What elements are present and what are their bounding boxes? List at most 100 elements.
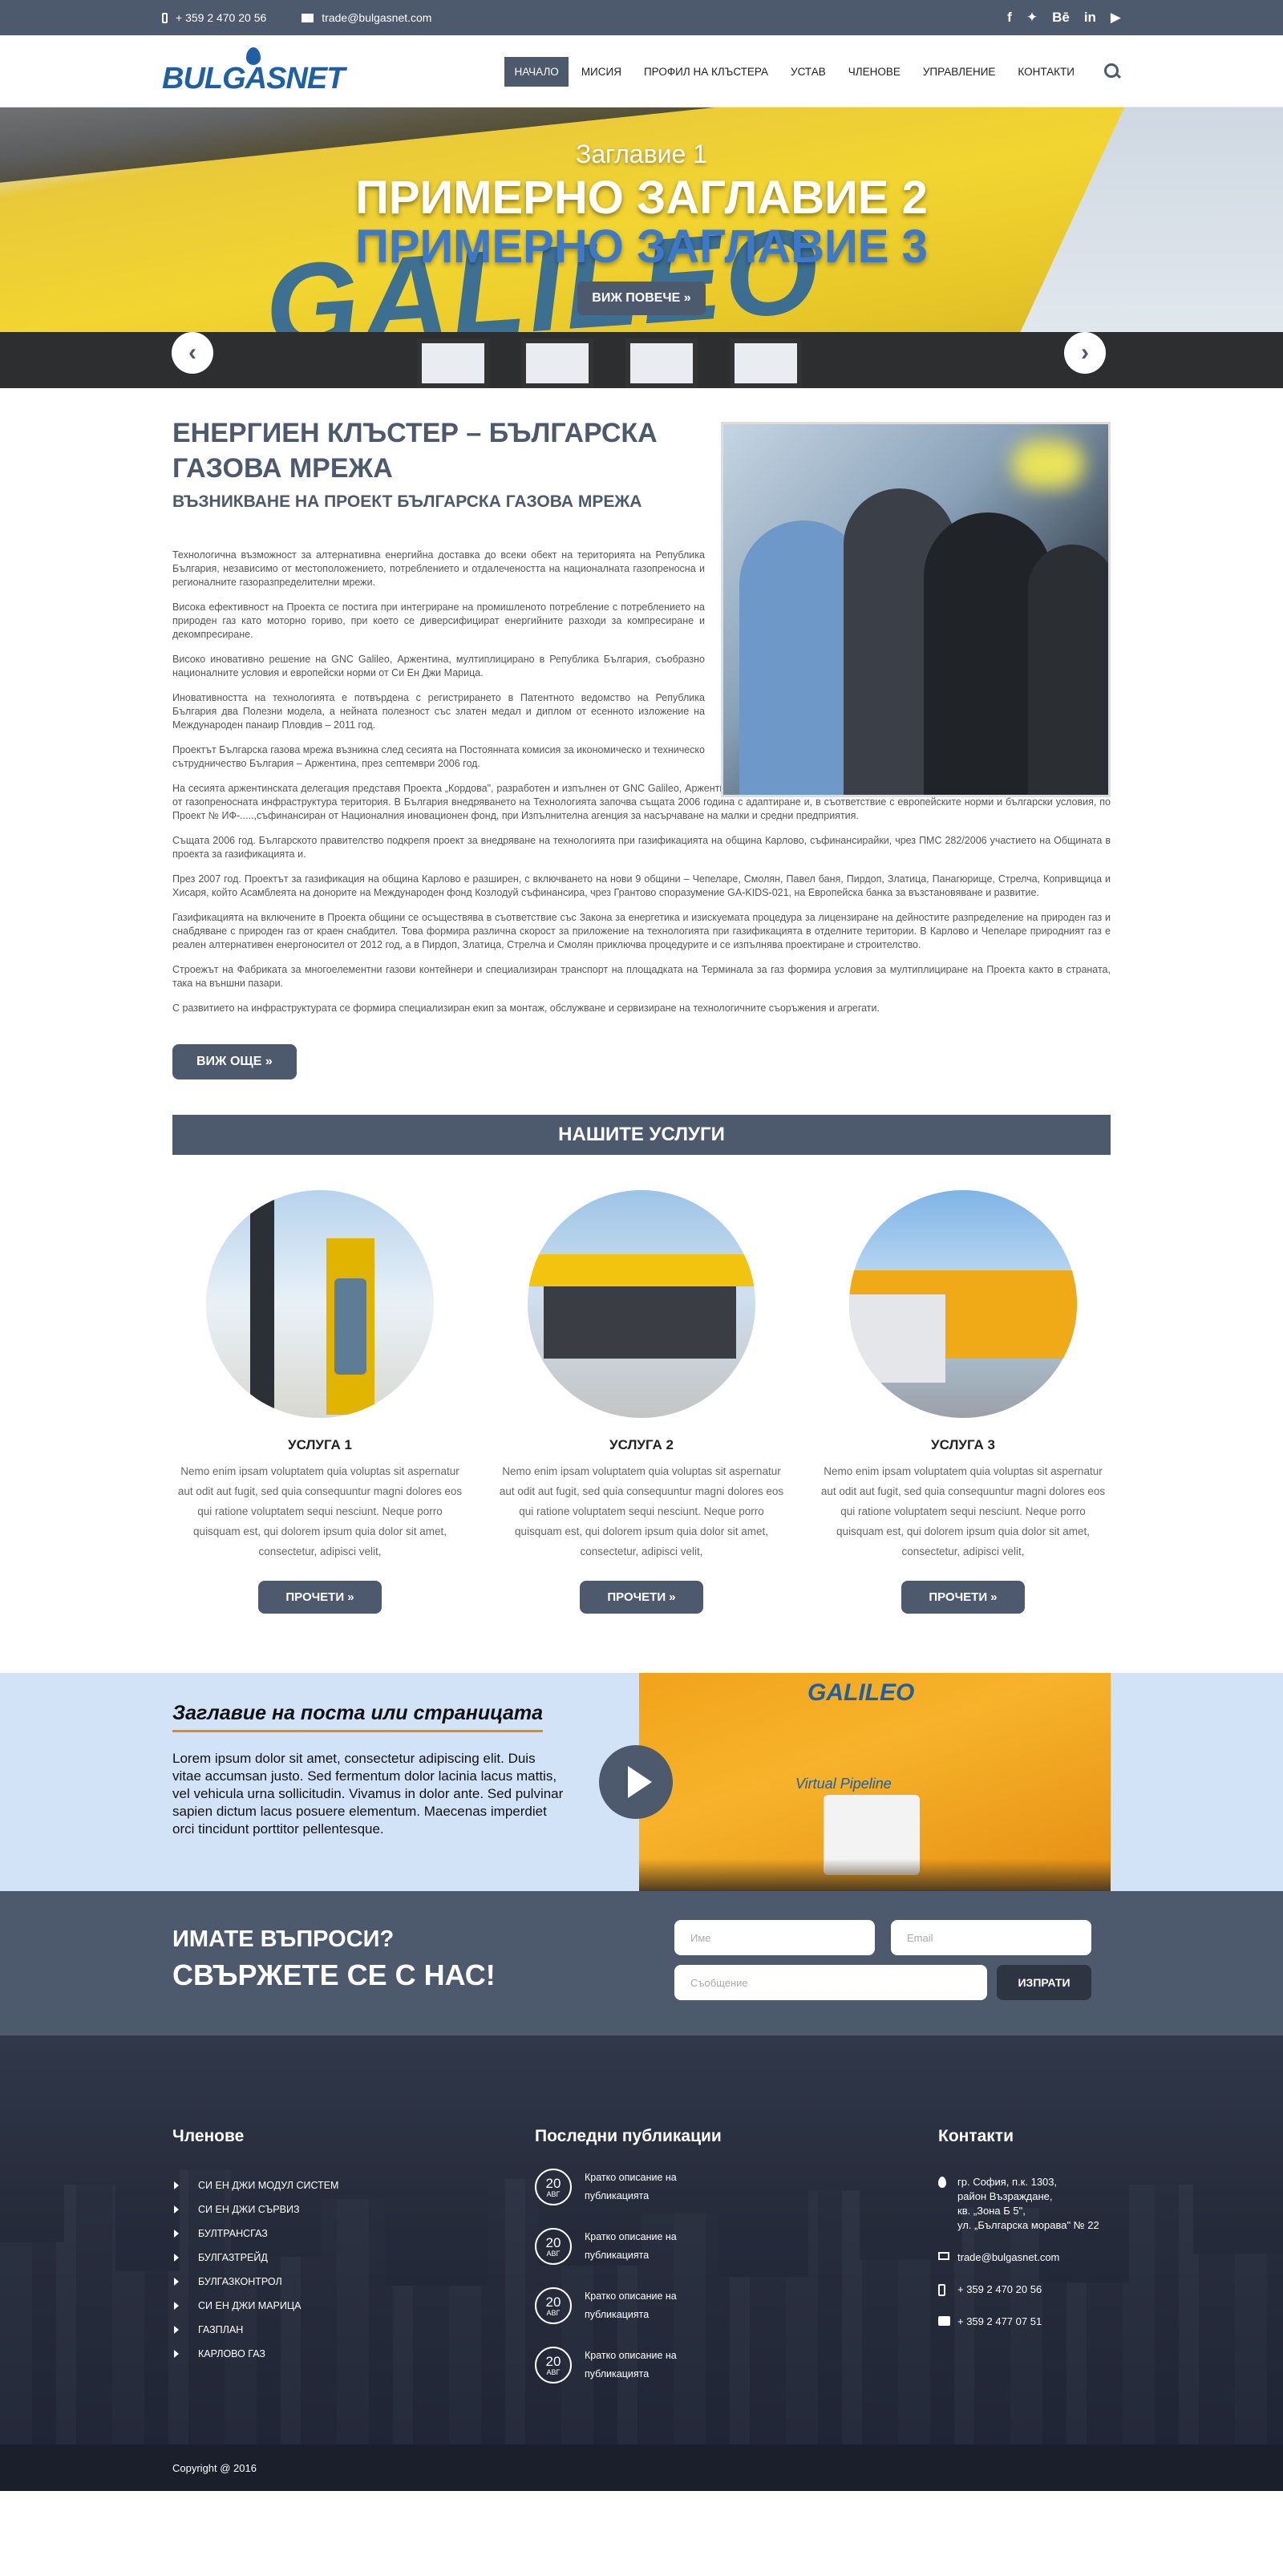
publication-item[interactable]: 20 АВГ Кратко описание на публикацията: [535, 2228, 697, 2287]
post-title[interactable]: Заглавие на поста или страницата: [172, 1702, 544, 1732]
member-link[interactable]: СИ ЕН ДЖИ СЪРВИЗ: [172, 2197, 338, 2222]
arrow-right-icon: [174, 2254, 179, 2262]
nav-item-cluster-profile[interactable]: ПРОФИЛ НА КЛЪСТЕРА: [634, 57, 778, 87]
service-image-gas-station: [528, 1190, 755, 1418]
topbar-phone[interactable]: + 359 2 470 20 56: [162, 11, 266, 24]
nav-item-members[interactable]: ЧЛЕНОВЕ: [839, 57, 910, 87]
member-label: БУЛГАЗКОНТРОЛ: [198, 2276, 282, 2287]
services-section: НАШИТЕ УСЛУГИ УСЛУГА 1 Nemo enim ipsam v…: [172, 1115, 1111, 1614]
footer-fax: + 359 2 477 07 51: [938, 2315, 1099, 2329]
send-button[interactable]: ИЗПРАТИ: [997, 1965, 1091, 2000]
service-title: УСЛУГА 2: [609, 1437, 674, 1452]
facebook-icon[interactable]: f: [1007, 10, 1012, 26]
publication-text: Кратко описание на публикацията: [585, 2231, 677, 2261]
post-image-brand: GALILEO: [807, 1679, 915, 1706]
paragraph: Високо иновативно решение на GNC Galileo…: [172, 654, 705, 678]
member-link[interactable]: КАРЛОВО ГАЗ: [172, 2342, 338, 2366]
post-image-label: Virtual Pipeline: [795, 1776, 892, 1792]
member-link[interactable]: ГАЗПЛАН: [172, 2318, 338, 2342]
nav-item-mission[interactable]: МИСИЯ: [572, 57, 631, 87]
paragraph: Същата 2006 год. Българското правителств…: [172, 835, 1111, 860]
youtube-icon[interactable]: ▶: [1111, 10, 1121, 26]
contact-form-section: ИМАТЕ ВЪПРОСИ? СВЪРЖЕТЕ СЕ С НАС! Име Em…: [0, 1891, 1283, 2035]
slide-more-button[interactable]: ВИЖ ПОВЕЧЕ »: [577, 281, 706, 315]
member-label: ГАЗПЛАН: [198, 2324, 244, 2335]
paragraph: Проектът Българска газова мрежа възникна…: [172, 744, 705, 769]
mobile-icon: [162, 12, 168, 23]
member-label: СИ ЕН ДЖИ СЪРВИЗ: [198, 2204, 300, 2215]
service-image-trucks: [849, 1190, 1077, 1418]
top-bar: + 359 2 470 20 56 trade@bulgasnet.com f …: [0, 0, 1283, 35]
address-line: ул. „Българска морава" № 22: [957, 2219, 1099, 2231]
contact-us-heading: СВЪРЖЕТЕ СЕ С НАС!: [172, 1958, 496, 1991]
see-more-button[interactable]: ВИЖ ОЩЕ »: [172, 1044, 297, 1079]
date-day: 20: [545, 2234, 561, 2250]
nav-item-statute[interactable]: УСТАВ: [781, 57, 836, 87]
search-icon[interactable]: [1103, 63, 1121, 80]
footer-email[interactable]: trade@bulgasnet.com: [938, 2250, 1099, 2265]
site-logo[interactable]: BULGASNET: [162, 47, 345, 96]
slider-next-icon[interactable]: ›: [1064, 332, 1106, 374]
fax-icon: [938, 2316, 950, 2326]
read-more-button[interactable]: ПРОЧЕТИ »: [901, 1581, 1025, 1614]
mail-icon: [938, 2252, 949, 2260]
arrow-right-icon: [174, 2350, 179, 2358]
service-text: Nemo enim ipsam voluptatem quia voluptas…: [820, 1465, 1106, 1557]
contacts-heading: Контакти: [938, 2127, 1014, 2145]
service-title: УСЛУГА 3: [931, 1437, 995, 1452]
member-label: СИ ЕН ДЖИ МАРИЦА: [198, 2300, 302, 2311]
service-card: УСЛУГА 3 Nemo enim ipsam voluptatem quia…: [817, 1190, 1109, 1614]
arrow-right-icon: [174, 2181, 179, 2189]
publication-item[interactable]: 20 АВГ Кратко описание на публикацията: [535, 2169, 697, 2228]
slider-prev-icon[interactable]: ‹: [172, 332, 213, 374]
member-label: КАРЛОВО ГАЗ: [198, 2348, 265, 2359]
service-card: УСЛУГА 2 Nemo enim ipsam voluptatem quia…: [496, 1190, 787, 1614]
member-label: БУЛГАЗТРЕЙД: [198, 2252, 268, 2263]
paragraph: Висока ефективност на Проекта се постига…: [172, 601, 705, 640]
member-link[interactable]: СИ ЕН ДЖИ МОДУЛ СИСТЕМ: [172, 2173, 338, 2197]
name-field[interactable]: Име: [674, 1920, 875, 1955]
copyright-bar: Copyright @ 2016: [0, 2444, 1283, 2491]
member-label: СИ ЕН ДЖИ МОДУЛ СИСТЕМ: [198, 2180, 339, 2191]
publications-list: 20 АВГ Кратко описание на публикацията 20…: [535, 2169, 697, 2406]
topbar-email-text: trade@bulgasnet.com: [322, 11, 432, 24]
footer-phone-text: + 359 2 470 20 56: [957, 2283, 1042, 2295]
read-more-button[interactable]: ПРОЧЕТИ »: [580, 1581, 703, 1614]
nav-item-management[interactable]: УПРАВЛЕНИЕ: [913, 57, 1006, 87]
twitter-icon[interactable]: ✦: [1026, 10, 1038, 26]
arrow-right-icon: [174, 2230, 179, 2238]
member-link[interactable]: БУЛТРАНСГАЗ: [172, 2222, 338, 2246]
footer-phone[interactable]: + 359 2 470 20 56: [938, 2282, 1099, 2297]
contacts-list: гр. София, п.к. 1303, район Възраждане, …: [938, 2175, 1099, 2347]
slide-caption-3: ПРИМЕРНО ЗАГЛАВИЕ 3: [355, 221, 928, 273]
nav-item-contacts[interactable]: КОНТАКТИ: [1008, 57, 1084, 87]
post-video-image[interactable]: GALILEO Virtual Pipeline: [639, 1673, 1111, 1891]
date-month: АВГ: [546, 2249, 561, 2258]
date-badge: 20 АВГ: [535, 2287, 572, 2324]
publication-item[interactable]: 20 АВГ Кратко описание на публикацията: [535, 2347, 697, 2406]
page-title: ЕНЕРГИЕН КЛЪСТЕР – БЪЛГАРСКА ГАЗОВА МРЕЖ…: [172, 418, 658, 484]
read-more-button[interactable]: ПРОЧЕТИ »: [258, 1581, 382, 1614]
behance-icon[interactable]: Bē: [1052, 10, 1070, 26]
message-field[interactable]: Съобщение: [674, 1965, 987, 2000]
mail-icon: [302, 13, 314, 22]
linkedin-icon[interactable]: in: [1084, 10, 1096, 26]
nav-item-home[interactable]: НАЧАЛО: [504, 56, 569, 87]
site-header: BULGASNET НАЧАЛО МИСИЯ ПРОФИЛ НА КЛЪСТЕР…: [0, 35, 1283, 107]
service-card: УСЛУГА 1 Nemo enim ipsam voluptatem quia…: [174, 1190, 466, 1614]
date-badge: 20 АВГ: [535, 2347, 572, 2384]
date-day: 20: [545, 2294, 561, 2310]
member-link[interactable]: БУЛГАЗТРЕЙД: [172, 2246, 338, 2270]
date-day: 20: [545, 2175, 561, 2191]
play-icon[interactable]: [599, 1745, 673, 1819]
members-heading: Членове: [172, 2127, 245, 2145]
social-links: f ✦ Bē in ▶: [1007, 10, 1121, 26]
topbar-email[interactable]: trade@bulgasnet.com: [302, 11, 431, 24]
arrow-right-icon: [174, 2205, 179, 2213]
address-line: гр. София, п.к. 1303,: [957, 2176, 1058, 2188]
email-field[interactable]: Email: [891, 1920, 1091, 1955]
publication-text: Кратко описание на публикацията: [585, 2172, 677, 2201]
member-link[interactable]: СИ ЕН ДЖИ МАРИЦА: [172, 2294, 338, 2318]
member-link[interactable]: БУЛГАЗКОНТРОЛ: [172, 2270, 338, 2294]
publication-item[interactable]: 20 АВГ Кратко описание на публикацията: [535, 2287, 697, 2347]
